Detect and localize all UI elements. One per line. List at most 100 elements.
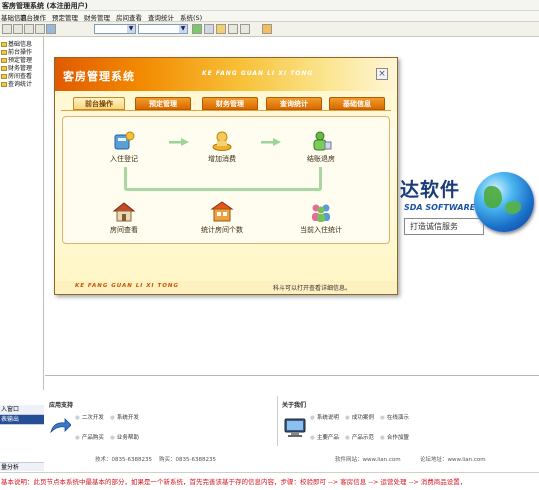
current-guests-button[interactable]: 当前入住统计 xyxy=(286,201,356,235)
find-icon[interactable] xyxy=(216,24,226,34)
menu-system[interactable]: 系统(S) xyxy=(180,12,202,22)
room-view-button[interactable]: 房间查看 xyxy=(89,201,159,235)
dialog-title: 客房管理系统 xyxy=(63,70,135,83)
about-item[interactable]: 系统说明 xyxy=(310,413,339,421)
toolbar-combo-2[interactable]: ▼ xyxy=(138,24,188,34)
footer-pinyin: KE FANG GUAN LI XI TONG xyxy=(75,283,179,289)
tab-reservation[interactable]: 预定管理 xyxy=(135,97,191,110)
footer-tip: 科斗可以打开查看详细信息。 xyxy=(273,285,352,292)
support-item[interactable]: 业务帮助 xyxy=(110,433,139,441)
about-item[interactable]: 成功案例 xyxy=(345,413,374,421)
tab-basic-info[interactable]: 基础信息 xyxy=(329,97,385,110)
toolbar: ▼ ▼ xyxy=(0,22,539,37)
house-icon xyxy=(112,202,136,222)
toolbar-open-icon[interactable] xyxy=(13,24,23,34)
globe-land xyxy=(505,201,521,214)
tree-node-front-desk[interactable]: 前台操作 xyxy=(1,47,32,56)
globe-icon xyxy=(474,172,534,232)
add-consumption-label: 增加消费 xyxy=(208,155,236,163)
room-view-label: 房间查看 xyxy=(110,226,138,234)
contact-forum[interactable]: 论坛地址：www.lian.com xyxy=(420,455,486,463)
about-item[interactable]: 主要产品 xyxy=(310,433,339,441)
guests-icon xyxy=(312,204,330,222)
tree-node-basic-info[interactable]: 基础信息 xyxy=(1,39,32,48)
menu-bar: 基础信息 前台操作 预定管理 财务管理 房间查看 查询统计 系统(S) xyxy=(0,11,539,22)
tree-node-finance[interactable]: 财务管理 xyxy=(1,63,32,72)
tree-node-statistics[interactable]: 查询统计 xyxy=(1,79,33,88)
menu-reservation[interactable]: 预定管理 xyxy=(52,12,78,22)
checkout-label: 结账退房 xyxy=(307,155,335,163)
consume-icon xyxy=(212,131,232,151)
menu-statistics[interactable]: 查询统计 xyxy=(148,12,174,22)
dialog-header: 客房管理系统 KE FANG GUAN LI XI TONG × xyxy=(55,58,397,91)
dialog-footer: KE FANG GUAN LI XI TONG 科斗可以打开查看详细信息。 xyxy=(55,281,397,294)
status-marquee: 基本说明：此页节点本系统中最基本的部分，如果是一个新系统，首先完善该基于存的信息… xyxy=(0,472,539,490)
tree-node-reservation[interactable]: 预定管理 xyxy=(1,55,32,64)
support-item[interactable]: 系统开发 xyxy=(110,413,139,421)
arrow-right-icon xyxy=(169,138,189,146)
window-title: 客房管理系统 (本注册用户) xyxy=(2,2,88,10)
checkin-icon xyxy=(114,131,135,150)
about-item[interactable]: 在线演示 xyxy=(380,413,409,421)
navigation-tree: 基础信息 前台操作 预定管理 财务管理 房间查看 查询统计 xyxy=(0,37,44,390)
chevron-down-icon: ▼ xyxy=(127,25,135,33)
marquee-text: 基本说明：此页节点本系统中最基本的部分，如果是一个新系统，首先完善该基于存的信息… xyxy=(1,478,467,486)
toolbar-window-icon[interactable] xyxy=(46,24,56,34)
tab-finance[interactable]: 财务管理 xyxy=(202,97,258,110)
options-icon[interactable] xyxy=(240,24,250,34)
room-count-label: 统计房间个数 xyxy=(201,226,243,234)
contact-website[interactable]: 软件网站：www.lian.com xyxy=(335,455,401,463)
support-arrow-icon xyxy=(50,418,71,434)
quick-export-button[interactable]: 表输出 xyxy=(0,415,44,425)
brand-name: 达软件 xyxy=(400,179,461,201)
room-count-button[interactable]: 统计房间个数 xyxy=(187,201,257,235)
stop-icon[interactable] xyxy=(204,24,214,34)
divider xyxy=(277,396,278,446)
monitor-icon xyxy=(284,418,306,437)
checkin-label: 入住登记 xyxy=(110,155,138,163)
toolbar-save-icon[interactable] xyxy=(24,24,34,34)
menu-front-desk[interactable]: 前台操作 xyxy=(20,12,46,22)
function-panel: 入住登记 增加消费 结账退房 房间查看 统计房间个数 当前入住统计 xyxy=(62,116,390,244)
contact-tech: 技术：0835-6388235 xyxy=(95,457,152,463)
support-item[interactable]: 二次开发 xyxy=(75,413,104,421)
close-icon[interactable]: × xyxy=(376,68,388,80)
quick-window-button[interactable]: 入窗口 xyxy=(0,405,44,415)
info-panel: 应用支持 二次开发 系统开发 产品购买 业务帮助 关于我们 系统说明 成功案例 … xyxy=(45,375,539,463)
about-item[interactable]: 合作加盟 xyxy=(380,433,409,441)
toolbar-print-icon[interactable] xyxy=(35,24,45,34)
edit-pencil-icon[interactable] xyxy=(262,24,272,34)
menu-room-view[interactable]: 房间查看 xyxy=(116,12,142,22)
checkin-button[interactable]: 入住登记 xyxy=(89,130,159,164)
tree-node-room-view[interactable]: 房间查看 xyxy=(1,71,32,80)
brand-software: SDA SOFTWARE xyxy=(404,203,476,212)
dialog-body: 前台操作 预定管理 财务管理 查询统计 基础信息 入住登记 增加消费 结账退房 … xyxy=(55,91,397,294)
about-item[interactable]: 产品示范 xyxy=(345,433,374,441)
title-bar: 客房管理系统 (本注册用户) xyxy=(0,0,539,11)
room-count-icon xyxy=(210,201,234,222)
support-item[interactable]: 产品购买 xyxy=(75,433,104,441)
brand-slogan: 打造诚信服务 xyxy=(404,218,484,235)
tab-statistics[interactable]: 查询统计 xyxy=(266,97,322,110)
toolbar-combo-1[interactable]: ▼ xyxy=(94,24,136,34)
menu-finance[interactable]: 财务管理 xyxy=(84,12,110,22)
toolbar-new-icon[interactable] xyxy=(2,24,12,34)
about-title: 关于我们 xyxy=(282,402,307,409)
checkout-icon xyxy=(313,131,332,151)
support-title: 应用支持 xyxy=(49,402,74,409)
add-consumption-button[interactable]: 增加消费 xyxy=(187,130,257,164)
dialog-pinyin: KE FANG GUAN LI XI TONG xyxy=(202,70,314,77)
folder-icon xyxy=(1,82,7,87)
tree-node-label: 查询统计 xyxy=(8,81,33,88)
current-guests-label: 当前入住统计 xyxy=(300,226,342,234)
globe-land xyxy=(484,186,502,208)
analysis-tab[interactable]: 量分析 xyxy=(0,462,44,471)
checkout-button[interactable]: 结账退房 xyxy=(286,130,356,164)
flow-loop-line xyxy=(124,167,322,191)
run-icon[interactable] xyxy=(192,24,202,34)
tab-front-desk[interactable]: 前台操作 xyxy=(73,97,125,110)
dialog-tabs: 前台操作 预定管理 财务管理 查询统计 基础信息 xyxy=(55,97,397,111)
arrow-right-icon xyxy=(261,138,281,146)
contact-sales: 购买：0835-6388235 xyxy=(159,457,216,463)
zoom-icon[interactable] xyxy=(228,24,238,34)
